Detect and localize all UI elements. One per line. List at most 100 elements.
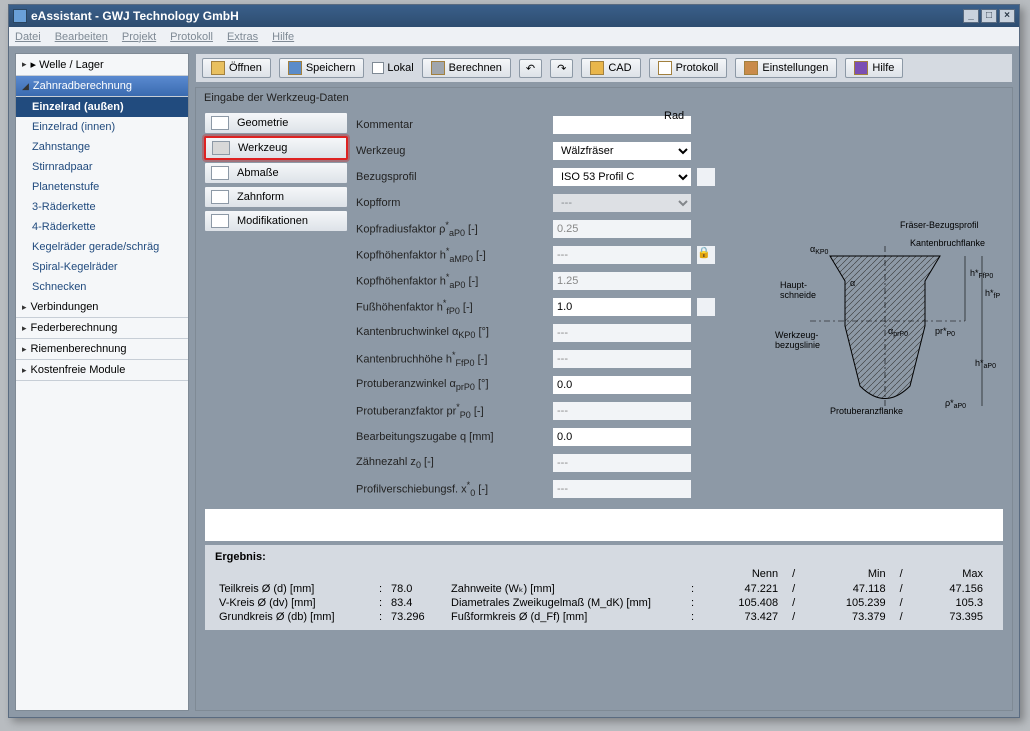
sidebar-group-kostenfrei[interactable]: ▸Kostenfreie Module (16, 360, 188, 381)
input-kopfhoehe-ampo (552, 245, 692, 265)
document-icon (658, 61, 672, 75)
content-area: Eingabe der Werkzeug-Daten Geometrie Wer… (195, 87, 1013, 711)
label-kopfform: Kopfform (356, 197, 552, 209)
local-checkbox[interactable]: Lokal (372, 62, 413, 74)
close-button[interactable]: × (999, 9, 1015, 23)
open-button[interactable]: Öffnen (202, 58, 271, 78)
subnav-modifikationen[interactable]: Modifikationen (204, 210, 348, 232)
subnav-zahnform[interactable]: Zahnform (204, 186, 348, 208)
svg-text:α: α (850, 278, 855, 288)
label-fusshoehe: Fußhöhenfaktor h*fP0 [-] (356, 298, 552, 316)
message-area (204, 508, 1004, 542)
sidebar-item-kegelraeder[interactable]: Kegelräder gerade/schräg (16, 237, 188, 257)
sub-navigation: Geometrie Werkzeug Abmaße Zahnform Modif… (204, 112, 348, 502)
label-kopfradiusfaktor: Kopfradiusfaktor ρ*aP0 [-] (356, 220, 552, 238)
svg-text:Kantenbruchflanke: Kantenbruchflanke (910, 238, 985, 248)
title-bar: eAssistant - GWJ Technology GmbH _ □ × (9, 5, 1019, 27)
label-profilversch: Profilverschiebungsf. x*0 [-] (356, 480, 552, 498)
sidebar-group-verbindungen[interactable]: ▸Verbindungen (16, 297, 188, 318)
menu-bar: Datei Bearbeiten Projekt Protokoll Extra… (9, 27, 1019, 47)
cad-button[interactable]: CAD (581, 58, 640, 78)
redo-button[interactable]: ↷ (550, 59, 573, 78)
results-row-grundkreis: Grundkreis Ø (db) [mm]:73.296 Fußformkre… (215, 610, 993, 624)
input-protuwinkel[interactable] (552, 375, 692, 395)
calculate-button[interactable]: Berechnen (422, 58, 511, 78)
sidebar-group-zahnrad[interactable]: ◢Zahnradberechnung (16, 76, 188, 97)
results-table: Nenn / Min / Max Teilkreis Ø (d) [mm]:78… (215, 567, 993, 624)
geometry-icon (211, 116, 229, 130)
select-bezugsprofil[interactable]: ISO 53 Profil C (552, 167, 692, 187)
sidebar-group-welle[interactable]: ▸▸ Welle / Lager (16, 54, 188, 76)
label-kantenhoehe: Kantenbruchhöhe h*FfP0 [-] (356, 350, 552, 368)
svg-text:ρ*aP0: ρ*aP0 (945, 398, 966, 410)
fusshoehe-extra-button[interactable] (696, 297, 716, 317)
bezugsprofil-info-button[interactable] (696, 167, 716, 187)
input-zaehnezahl (552, 453, 692, 473)
sidebar-item-spiralkegel[interactable]: Spiral-Kegelräder (16, 257, 188, 277)
menu-extras[interactable]: Extras (227, 31, 258, 43)
gear-icon (744, 61, 758, 75)
svg-text:h*fP0: h*fP0 (985, 288, 1000, 300)
svg-text:h*aP0: h*aP0 (975, 358, 996, 370)
settings-button[interactable]: Einstellungen (735, 58, 837, 78)
input-fusshoehe[interactable] (552, 297, 692, 317)
pencil-icon (590, 61, 604, 75)
menu-protokoll[interactable]: Protokoll (170, 31, 213, 43)
sidebar-item-einzelrad-aussen[interactable]: Einzelrad (außen) (16, 97, 188, 117)
undo-button[interactable]: ↶ (519, 59, 542, 78)
sidebar: ▸▸ Welle / Lager ◢Zahnradberechnung Einz… (15, 53, 189, 711)
window-title: eAssistant - GWJ Technology GmbH (31, 9, 239, 23)
select-werkzeug[interactable]: Wälzfräser (552, 141, 692, 161)
sidebar-item-einzelrad-innen[interactable]: Einzelrad (innen) (16, 117, 188, 137)
protocol-button[interactable]: Protokoll (649, 58, 728, 78)
input-bearbzugabe[interactable] (552, 427, 692, 447)
calculator-icon (431, 61, 445, 75)
svg-text:schneide: schneide (780, 290, 816, 300)
svg-text:Protuberanzflanke: Protuberanzflanke (830, 406, 903, 416)
menu-hilfe[interactable]: Hilfe (272, 31, 294, 43)
maximize-button[interactable]: □ (981, 9, 997, 23)
label-protuwinkel: Protuberanzwinkel αprP0 [°] (356, 378, 552, 392)
save-button[interactable]: Speichern (279, 58, 365, 78)
subnav-werkzeug[interactable]: Werkzeug (204, 136, 348, 160)
sidebar-group-feder[interactable]: ▸Federberechnung (16, 318, 188, 339)
minimize-button[interactable]: _ (963, 9, 979, 23)
label-protufaktor: Protuberanzfaktor pr*P0 [-] (356, 402, 552, 420)
sidebar-item-schnecken[interactable]: Schnecken (16, 277, 188, 297)
select-kopfform: --- (552, 193, 692, 213)
modifications-icon (211, 214, 229, 228)
section-title: Eingabe der Werkzeug-Daten (196, 88, 1012, 108)
svg-text:αKP0: αKP0 (810, 244, 829, 256)
sidebar-item-zahnstange[interactable]: Zahnstange (16, 137, 188, 157)
input-profilversch (552, 479, 692, 499)
lock-icon[interactable]: 🔒 (696, 245, 716, 265)
sidebar-item-4raederkette[interactable]: 4-Räderkette (16, 217, 188, 237)
menu-datei[interactable]: Datei (15, 31, 41, 43)
sidebar-item-stirnradpaar[interactable]: Stirnradpaar (16, 157, 188, 177)
subnav-abmasse[interactable]: Abmaße (204, 162, 348, 184)
checkbox-icon (372, 62, 384, 74)
app-icon (13, 9, 27, 23)
menu-projekt[interactable]: Projekt (122, 31, 156, 43)
label-werkzeug: Werkzeug (356, 145, 552, 157)
sidebar-group-riemen[interactable]: ▸Riemenberechnung (16, 339, 188, 360)
reference-profile-diagram: Fräser-Bezugsprofil αKP0 Kantenbruchflan… (770, 216, 1000, 416)
input-kopfradiusfaktor (552, 219, 692, 239)
subnav-geometrie[interactable]: Geometrie (204, 112, 348, 134)
results-panel: Ergebnis: Nenn / Min / Max Teilkreis (204, 544, 1004, 631)
book-icon (854, 61, 868, 75)
input-kantenhoehe (552, 349, 692, 369)
svg-text:pr*P0: pr*P0 (935, 326, 955, 338)
sidebar-item-planetenstufe[interactable]: Planetenstufe (16, 177, 188, 197)
sidebar-sublist: Einzelrad (außen) Einzelrad (innen) Zahn… (16, 97, 188, 297)
input-protufaktor (552, 401, 692, 421)
folder-open-icon (211, 61, 225, 75)
menu-bearbeiten[interactable]: Bearbeiten (55, 31, 108, 43)
toothform-icon (211, 190, 229, 204)
diagram-title: Fräser-Bezugsprofil (900, 220, 979, 230)
label-kopfhoehe-ampo: Kopfhöhenfaktor h*aMP0 [-] (356, 246, 552, 264)
tool-icon (212, 141, 230, 155)
app-window: eAssistant - GWJ Technology GmbH _ □ × D… (8, 4, 1020, 718)
sidebar-item-3raederkette[interactable]: 3-Räderkette (16, 197, 188, 217)
help-button[interactable]: Hilfe (845, 58, 903, 78)
